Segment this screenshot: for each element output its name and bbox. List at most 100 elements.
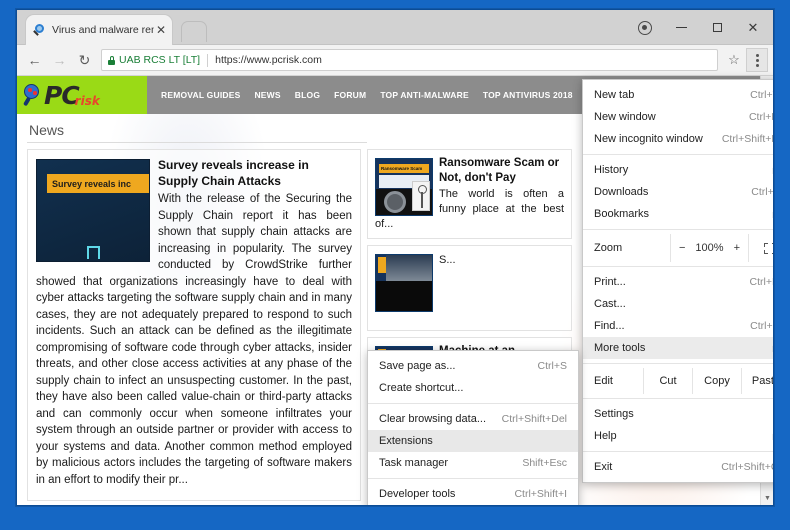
side-article-2-thumbnail[interactable] bbox=[375, 254, 433, 312]
menu-item-developer-tools[interactable]: Developer tools Ctrl+Shift+I bbox=[368, 483, 578, 505]
close-window-icon[interactable]: ✕ bbox=[735, 11, 771, 45]
nav-item-news[interactable]: NEWS bbox=[254, 90, 280, 100]
menu-separator bbox=[368, 403, 578, 404]
side-article-1-thumb-caption: Ransomware Scam bbox=[379, 164, 429, 173]
copy-button[interactable]: Copy bbox=[692, 368, 741, 394]
menu-item-accel: Ctrl+S bbox=[538, 360, 567, 372]
bookmark-star-icon[interactable]: ☆ bbox=[724, 52, 744, 68]
menu-item-label: New incognito window bbox=[594, 133, 722, 145]
three-dot-menu-icon[interactable] bbox=[746, 48, 768, 72]
menu-item-label: Extensions bbox=[379, 435, 567, 447]
chevron-right-icon: ▶ bbox=[773, 166, 774, 175]
chevron-right-icon: ▶ bbox=[773, 432, 774, 441]
nav-item-blog[interactable]: BLOG bbox=[295, 90, 320, 100]
menu-item-new-incognito-window[interactable]: New incognito window Ctrl+Shift+N bbox=[583, 128, 774, 150]
browser-toolbar: ← → ↻ UAB RCS LT [LT] https://www.pcrisk… bbox=[17, 45, 773, 76]
menu-item-label: Developer tools bbox=[379, 488, 514, 500]
tab-close-icon[interactable]: ✕ bbox=[156, 24, 166, 36]
nav-item-top-antivirus-2018[interactable]: TOP ANTIVIRUS 2018 bbox=[483, 90, 573, 100]
menu-separator bbox=[583, 363, 774, 364]
chrome-main-menu: New tab Ctrl+T New window Ctrl+N New inc… bbox=[582, 79, 774, 483]
nav-item-top-anti-malware[interactable]: TOP ANTI-MALWARE bbox=[380, 90, 469, 100]
menu-item-new-window[interactable]: New window Ctrl+N bbox=[583, 106, 774, 128]
browser-title-bar: Virus and malware remov ✕ ✕ bbox=[17, 10, 773, 45]
ev-certificate-name: UAB RCS LT [LT] bbox=[119, 54, 200, 66]
bug-magnifier-icon bbox=[23, 83, 43, 107]
menu-item-accel: Ctrl+F bbox=[750, 320, 774, 332]
thumbnail-glyph-icon bbox=[87, 246, 100, 259]
menu-item-label: Create shortcut... bbox=[379, 382, 567, 394]
menu-item-task-manager[interactable]: Task manager Shift+Esc bbox=[368, 452, 578, 474]
menu-item-accel: Ctrl+Shift+Q bbox=[721, 461, 774, 473]
profile-icon[interactable] bbox=[627, 11, 663, 45]
scroll-down-arrow-icon[interactable]: ▼ bbox=[761, 491, 773, 505]
pcrisk-logo[interactable]: PC risk bbox=[17, 76, 147, 114]
menu-item-extensions[interactable]: Extensions bbox=[368, 430, 578, 452]
main-article-thumbnail[interactable]: Survey reveals inc bbox=[36, 159, 150, 262]
menu-item-settings[interactable]: Settings bbox=[583, 403, 774, 425]
menu-item-accel: Ctrl+J bbox=[751, 186, 774, 198]
menu-item-cast[interactable]: Cast... bbox=[583, 293, 774, 315]
menu-item-label: History bbox=[594, 164, 767, 176]
menu-item-accel: Ctrl+Shift+N bbox=[722, 133, 774, 145]
magnifier-overlay-icon bbox=[412, 181, 430, 211]
menu-item-find[interactable]: Find... Ctrl+F bbox=[583, 315, 774, 337]
tab-title: Virus and malware remov bbox=[52, 24, 154, 36]
menu-separator bbox=[583, 229, 774, 230]
menu-item-bookmarks[interactable]: Bookmarks ▶ bbox=[583, 203, 774, 225]
menu-item-create-shortcut[interactable]: Create shortcut... bbox=[368, 377, 578, 399]
cut-button[interactable]: Cut bbox=[643, 368, 692, 394]
menu-item-label: Cast... bbox=[594, 298, 774, 310]
lock-icon bbox=[108, 56, 115, 65]
side-article-2: S... bbox=[367, 245, 572, 331]
minimize-icon[interactable] bbox=[663, 11, 699, 45]
menu-item-exit[interactable]: Exit Ctrl+Shift+Q bbox=[583, 456, 774, 478]
menu-item-more-tools[interactable]: More tools ▶ bbox=[583, 337, 774, 359]
menu-item-new-tab[interactable]: New tab Ctrl+T bbox=[583, 84, 774, 106]
zoom-controls: − 100% + bbox=[670, 234, 748, 262]
browser-window: Virus and malware remov ✕ ✕ ← → ↻ UAB RC… bbox=[16, 9, 774, 506]
paste-button[interactable]: Paste bbox=[741, 368, 774, 394]
menu-item-label: Save page as... bbox=[379, 360, 538, 372]
reload-button[interactable]: ↻ bbox=[72, 48, 97, 73]
menu-item-help[interactable]: Help ▶ bbox=[583, 425, 774, 447]
forward-button[interactable]: → bbox=[47, 48, 72, 73]
menu-item-print[interactable]: Print... Ctrl+P bbox=[583, 271, 774, 293]
menu-item-label: New tab bbox=[594, 89, 750, 101]
menu-separator bbox=[368, 478, 578, 479]
address-bar[interactable]: UAB RCS LT [LT] https://www.pcrisk.com bbox=[101, 49, 718, 71]
nav-item-forum[interactable]: FORUM bbox=[334, 90, 366, 100]
maximize-icon[interactable] bbox=[699, 11, 735, 45]
side-article-1-thumbnail[interactable]: Ransomware Scam bbox=[375, 158, 433, 216]
menu-item-accel: Ctrl+N bbox=[749, 111, 774, 123]
zoom-label: Zoom bbox=[583, 234, 670, 262]
menu-item-clear-browsing-data[interactable]: Clear browsing data... Ctrl+Shift+Del bbox=[368, 408, 578, 430]
nav-item-removal-guides[interactable]: REMOVAL GUIDES bbox=[161, 90, 240, 100]
menu-item-label: Help bbox=[594, 430, 767, 442]
menu-separator bbox=[583, 266, 774, 267]
url-text: https://www.pcrisk.com bbox=[215, 54, 322, 66]
fullscreen-button[interactable] bbox=[748, 234, 774, 262]
menu-item-label: Task manager bbox=[379, 457, 522, 469]
new-tab-button[interactable] bbox=[181, 21, 207, 42]
menu-item-downloads[interactable]: Downloads Ctrl+J bbox=[583, 181, 774, 203]
news-heading: News bbox=[27, 120, 367, 143]
menu-item-history[interactable]: History ▶ bbox=[583, 159, 774, 181]
desktop-background: Virus and malware remov ✕ ✕ ← → ↻ UAB RC… bbox=[0, 0, 790, 530]
zoom-row: Zoom − 100% + bbox=[583, 234, 774, 262]
menu-item-accel: Ctrl+P bbox=[750, 276, 774, 288]
thumbnail-caption: Survey reveals inc bbox=[47, 174, 150, 193]
zoom-in-button[interactable]: + bbox=[734, 242, 740, 254]
menu-item-save-page-as[interactable]: Save page as... Ctrl+S bbox=[368, 355, 578, 377]
logo-risk-text: risk bbox=[75, 94, 100, 108]
main-article-card: Survey reveals inc Survey reveals increa… bbox=[27, 149, 361, 501]
browser-tab[interactable]: Virus and malware remov ✕ bbox=[25, 14, 173, 45]
menu-separator bbox=[583, 398, 774, 399]
menu-item-accel: Shift+Esc bbox=[522, 457, 567, 469]
fullscreen-icon bbox=[764, 243, 775, 254]
menu-item-label: New window bbox=[594, 111, 749, 123]
zoom-out-button[interactable]: − bbox=[679, 242, 685, 254]
menu-separator bbox=[583, 451, 774, 452]
magnifier-icon bbox=[32, 23, 47, 38]
back-button[interactable]: ← bbox=[22, 48, 47, 73]
